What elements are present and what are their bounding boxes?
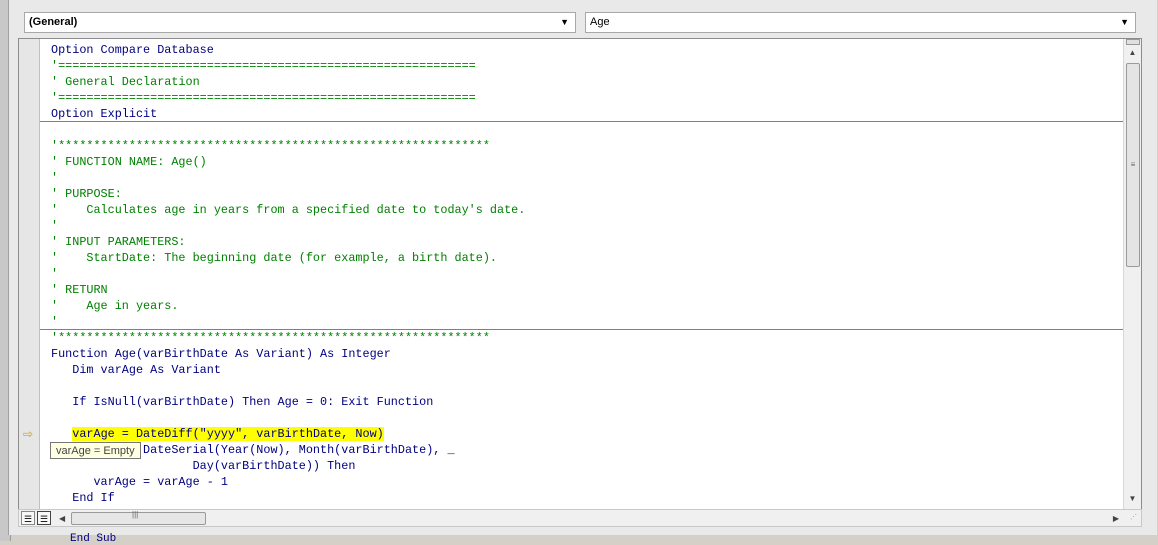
procedure-combo-dropdown-icon[interactable]: ▼ (1120, 13, 1129, 32)
code-line[interactable]: If IsNull(varBirthDate) Then Age = 0: Ex… (51, 394, 525, 410)
code-comment: ' StartDate: The beginning date (for exa… (51, 251, 497, 265)
code-comment: ' Calculates age in years from a specifi… (51, 203, 526, 217)
code-line[interactable]: ' General Declaration (51, 74, 525, 90)
current-statement: varAge = DateDiff("yyyy", varBirthDate, … (72, 427, 384, 441)
code-comment: '***************************************… (51, 331, 490, 345)
code-statement: If IsNull(varBirthDate) Then Age = 0: Ex… (51, 395, 434, 409)
code-comment: ' (51, 219, 59, 233)
code-statement: Function Age(varBirthDate As Variant) As… (51, 347, 391, 361)
horizontal-scrollbar[interactable]: ☰ ☰ ◀ ||| ▶ ⋰ (18, 509, 1142, 527)
execution-point-arrow-icon: ⇨ (23, 427, 34, 441)
code-comment: ' Age in years. (51, 299, 179, 313)
code-comment: ' INPUT PARAMETERS: (51, 235, 186, 249)
code-statement: varAge = varAge - 1 (51, 475, 228, 489)
code-line[interactable]: ' Calculates age in years from a specifi… (51, 202, 525, 218)
code-statement: Day(varBirthDate)) Then (51, 459, 356, 473)
code-statement: Option Compare Database (51, 43, 214, 57)
code-line[interactable]: Function Age(varBirthDate As Variant) As… (51, 346, 525, 362)
code-statement (51, 379, 58, 393)
procedure-combo[interactable]: Age ▼ (585, 12, 1136, 33)
code-statement: Dim varAge As Variant (51, 363, 221, 377)
thumb-grip-icon: ≡ (1130, 160, 1136, 169)
code-line[interactable]: ' StartDate: The beginning date (for exa… (51, 250, 525, 266)
code-line[interactable]: '=======================================… (51, 90, 525, 106)
code-statement: Option Explicit (51, 107, 158, 121)
code-comment: '=======================================… (51, 91, 476, 105)
code-comment: ' (51, 171, 59, 185)
code-line[interactable]: ' (51, 314, 525, 330)
code-comment: ' FUNCTION NAME: Age() (51, 155, 207, 169)
code-line[interactable]: ' Age in years. (51, 298, 525, 314)
code-line[interactable]: varAge = DateDiff("yyyy", varBirthDate, … (51, 426, 525, 442)
full-module-view-button[interactable]: ☰ (37, 511, 51, 525)
code-line[interactable]: Option Compare Database (51, 42, 525, 58)
procedure-combo-value: Age (590, 16, 610, 28)
code-line[interactable] (51, 122, 525, 138)
object-combo-dropdown-icon[interactable]: ▼ (560, 13, 569, 32)
code-line[interactable]: Option Explicit (51, 106, 525, 122)
code-comment: '=======================================… (51, 59, 476, 73)
code-line[interactable] (51, 410, 525, 426)
code-text[interactable]: Option Compare Database '================… (51, 42, 525, 506)
code-statement: End If (51, 491, 115, 505)
code-editor[interactable]: Option Compare Database '================… (18, 38, 1142, 510)
code-line[interactable]: ' FUNCTION NAME: Age() (51, 154, 525, 170)
code-line[interactable]: ' (51, 170, 525, 186)
data-tip: varAge = Empty (50, 442, 141, 459)
code-line[interactable]: Dim varAge As Variant (51, 362, 525, 378)
code-comment: ' (51, 267, 59, 281)
code-line[interactable]: ' PURPOSE: (51, 186, 525, 202)
code-comment: ' (51, 315, 59, 329)
code-comment: ' General Declaration (51, 75, 200, 89)
code-line[interactable]: '=======================================… (51, 58, 525, 74)
code-line[interactable]: '***************************************… (51, 138, 525, 154)
hthumb-grip-icon: ||| (132, 510, 139, 519)
object-combo[interactable]: (General) ▼ (24, 12, 576, 33)
background-code-fragment: End Sub (70, 533, 117, 545)
code-statement (51, 123, 58, 137)
procedure-view-button[interactable]: ☰ (21, 511, 35, 525)
code-line[interactable]: varAge = varAge - 1 (51, 474, 525, 490)
scroll-right-arrow-icon[interactable]: ▶ (1113, 511, 1119, 526)
object-combo-value: (General) (29, 16, 78, 28)
code-line[interactable]: ' RETURN (51, 282, 525, 298)
code-line[interactable]: ' INPUT PARAMETERS: (51, 234, 525, 250)
horizontal-scroll-thumb[interactable]: ||| (71, 510, 206, 525)
code-line[interactable]: '***************************************… (51, 330, 525, 346)
vertical-scrollbar[interactable]: ▲ ≡ ▼ (1123, 39, 1141, 509)
code-comment: ' RETURN (51, 283, 108, 297)
scroll-up-arrow-icon[interactable]: ▲ (1124, 45, 1141, 61)
vertical-scroll-thumb[interactable]: ≡ (1126, 63, 1140, 267)
code-comment: ' PURPOSE: (51, 187, 122, 201)
code-line[interactable]: ' (51, 266, 525, 282)
code-line[interactable]: End If (51, 490, 525, 506)
code-statement (51, 411, 58, 425)
code-comment: '***************************************… (51, 139, 490, 153)
scroll-left-arrow-icon[interactable]: ◀ (59, 511, 65, 526)
code-line[interactable]: Day(varBirthDate)) Then (51, 458, 525, 474)
code-line[interactable]: ' (51, 218, 525, 234)
scroll-down-arrow-icon[interactable]: ▼ (1124, 491, 1141, 507)
code-line[interactable] (51, 378, 525, 394)
size-grip-icon: ⋰ (1130, 514, 1137, 521)
